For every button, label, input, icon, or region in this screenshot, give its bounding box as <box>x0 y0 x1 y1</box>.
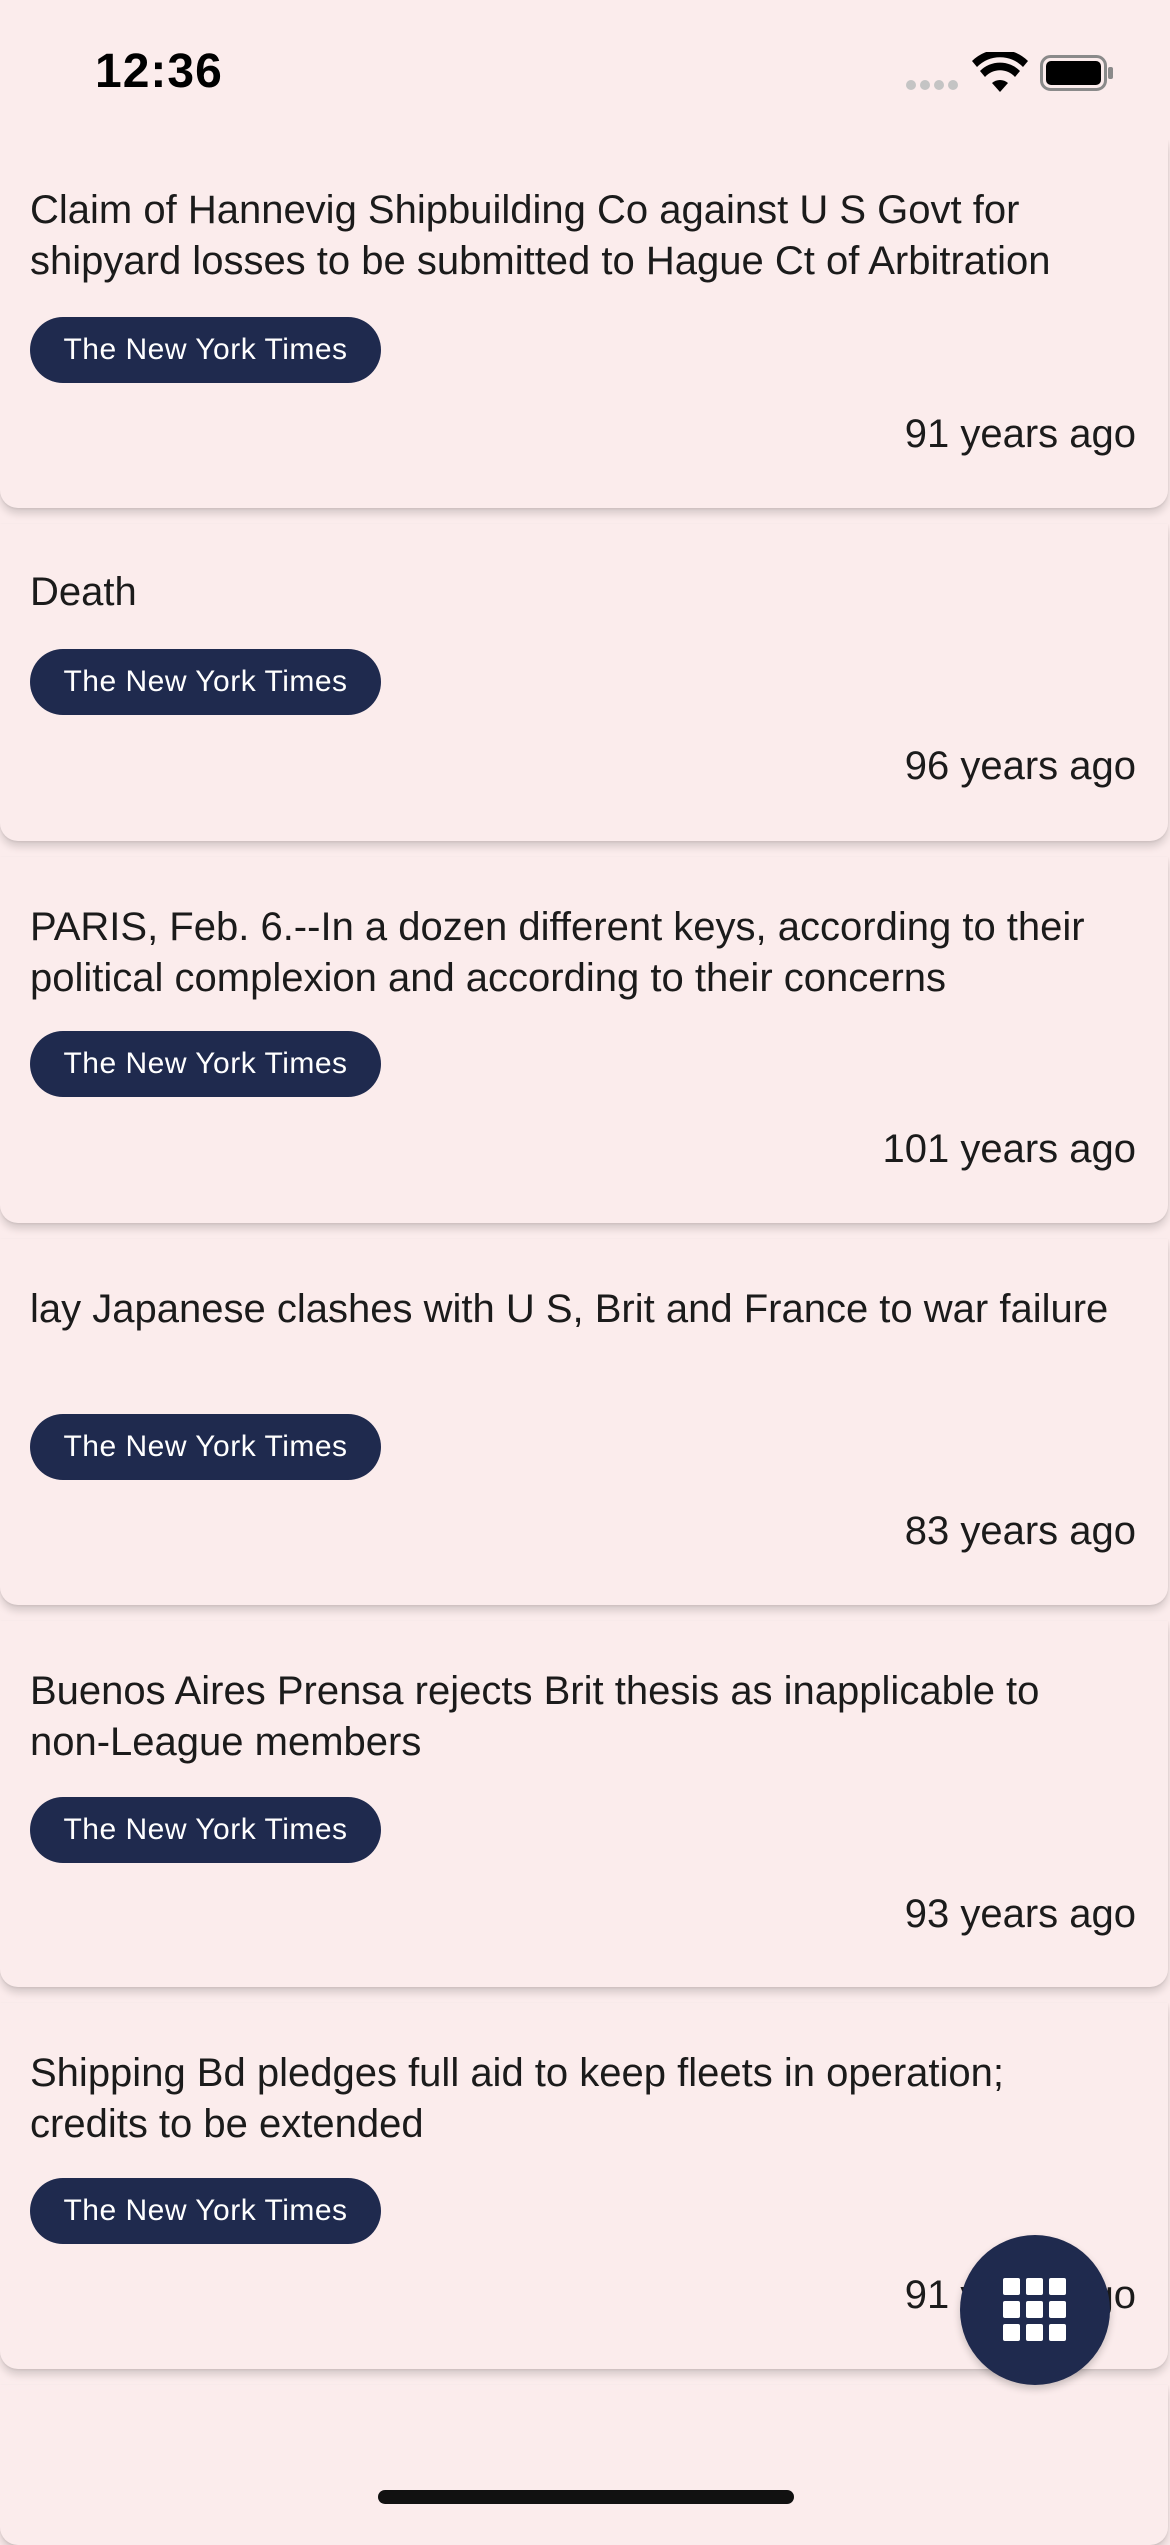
article-title: Shipping Bd pledges full aid to keep fle… <box>30 2051 1005 2146</box>
grid-menu-icon <box>1003 2278 1066 2341</box>
status-bar: 12:36 <box>0 0 1170 140</box>
article-title: Claim of Hannevig Shipbuilding Co agains… <box>30 188 1051 283</box>
grid-menu-button[interactable] <box>960 2235 1110 2385</box>
article-title: Death <box>30 570 137 614</box>
source-chip[interactable]: The New York Times <box>30 1797 381 1863</box>
source-chip[interactable]: The New York Times <box>30 1414 381 1480</box>
article-age: 91 years ago <box>904 412 1136 456</box>
article-age: 96 years ago <box>904 744 1136 788</box>
article-card[interactable] <box>0 2385 1168 2545</box>
article-card[interactable]: PARIS, Feb. 6.--In a dozen different key… <box>0 857 1168 1223</box>
article-card[interactable]: Claim of Hannevig Shipbuilding Co agains… <box>0 140 1168 508</box>
cellular-signal-icon <box>906 80 958 90</box>
article-age: 101 years ago <box>882 1127 1136 1171</box>
status-time: 12:36 <box>95 45 223 98</box>
source-chip[interactable]: The New York Times <box>30 2178 381 2244</box>
battery-icon <box>1040 55 1113 91</box>
article-title: Buenos Aires Prensa rejects Brit thesis … <box>30 1669 1040 1764</box>
source-chip[interactable]: The New York Times <box>30 317 381 383</box>
article-age: 93 years ago <box>904 1892 1136 1936</box>
article-card[interactable]: Buenos Aires Prensa rejects Brit thesis … <box>0 1621 1168 1987</box>
article-title: PARIS, Feb. 6.--In a dozen different key… <box>30 905 1085 1000</box>
article-age: 83 years ago <box>904 1509 1136 1553</box>
source-chip[interactable]: The New York Times <box>30 649 381 715</box>
article-card[interactable]: Death The New York Times 96 years ago <box>0 524 1168 841</box>
article-title: lay Japanese clashes with U S, Brit and … <box>30 1287 1109 1331</box>
article-card[interactable]: lay Japanese clashes with U S, Brit and … <box>0 1239 1168 1605</box>
source-chip[interactable]: The New York Times <box>30 1031 381 1097</box>
home-indicator[interactable] <box>378 2490 794 2504</box>
wifi-icon <box>972 52 1028 92</box>
